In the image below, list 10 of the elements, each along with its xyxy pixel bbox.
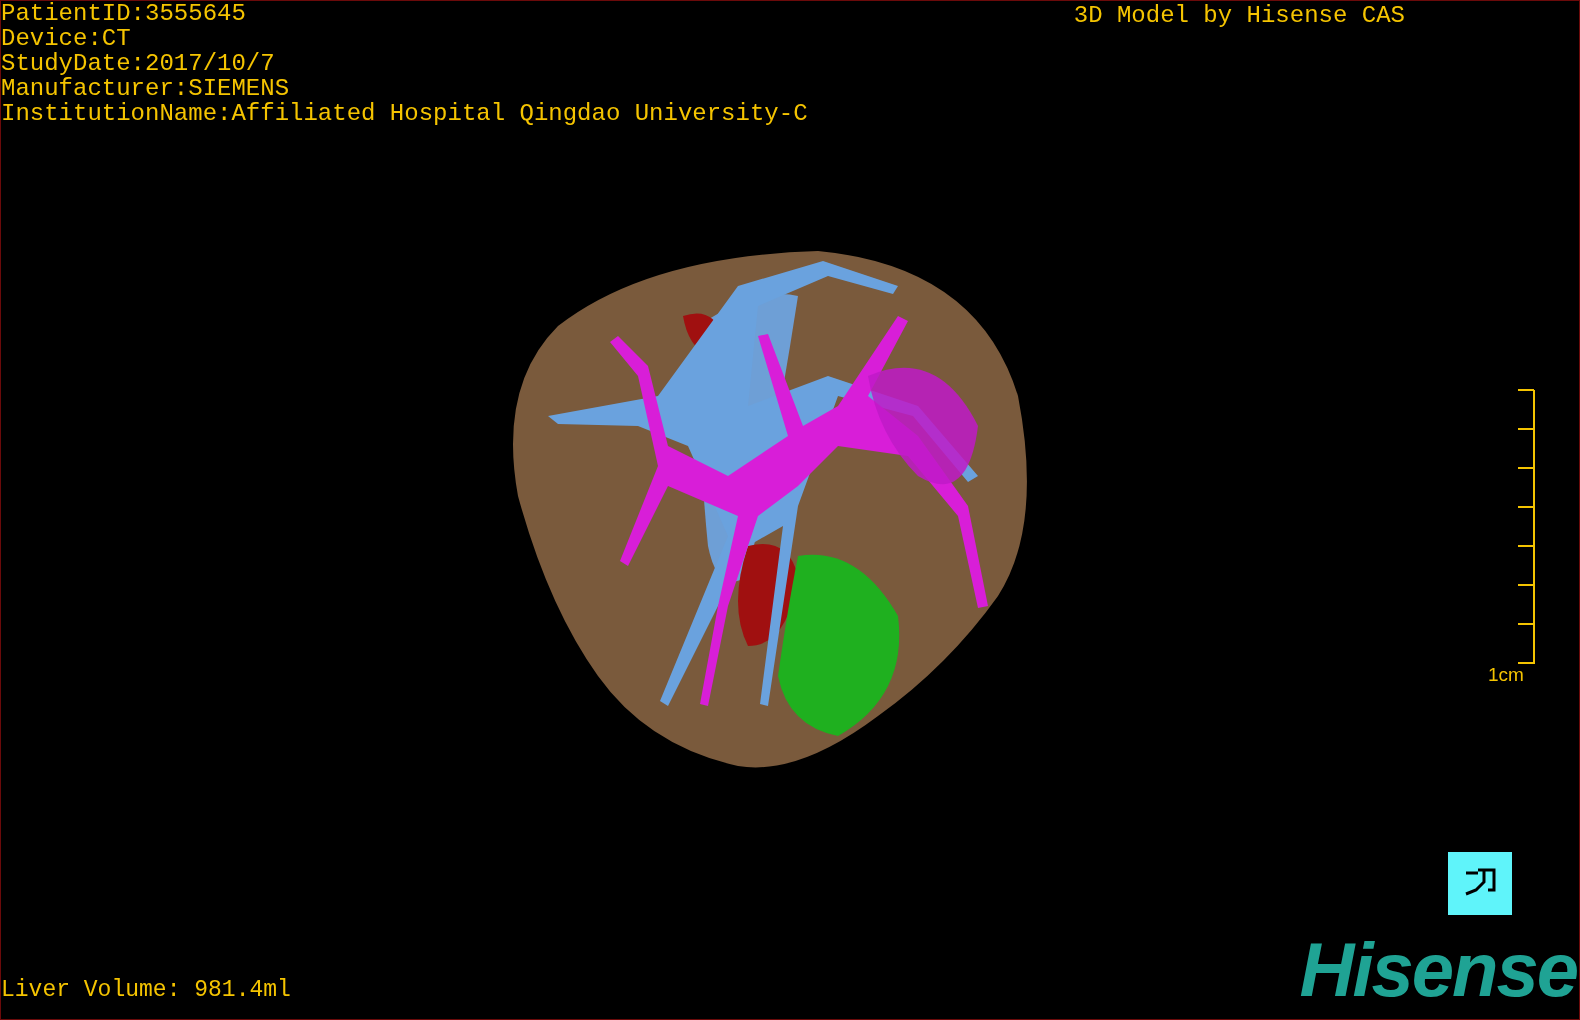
study-info-text: PatientID:3555645	[1, 1, 247, 26]
tool-button[interactable]	[1448, 852, 1512, 915]
scale-label: 1cm	[1488, 665, 1524, 685]
study-info-text: StudyDate:2017/10/7	[1, 51, 276, 76]
model-title: 3D Model by Hisense CAS	[1073, 1, 1405, 31]
study-info-text: Device:CT	[1, 26, 132, 51]
liver-volume-text: Liver Volume: 981.4ml	[1, 977, 291, 1003]
brand-logo: Hisense	[1299, 937, 1577, 1003]
study-info-text: InstitutionName:Affiliated Hospital Qingdao University-C	[1, 101, 808, 126]
study-info-text: Manufacturer:SIEMENS	[1, 76, 291, 101]
